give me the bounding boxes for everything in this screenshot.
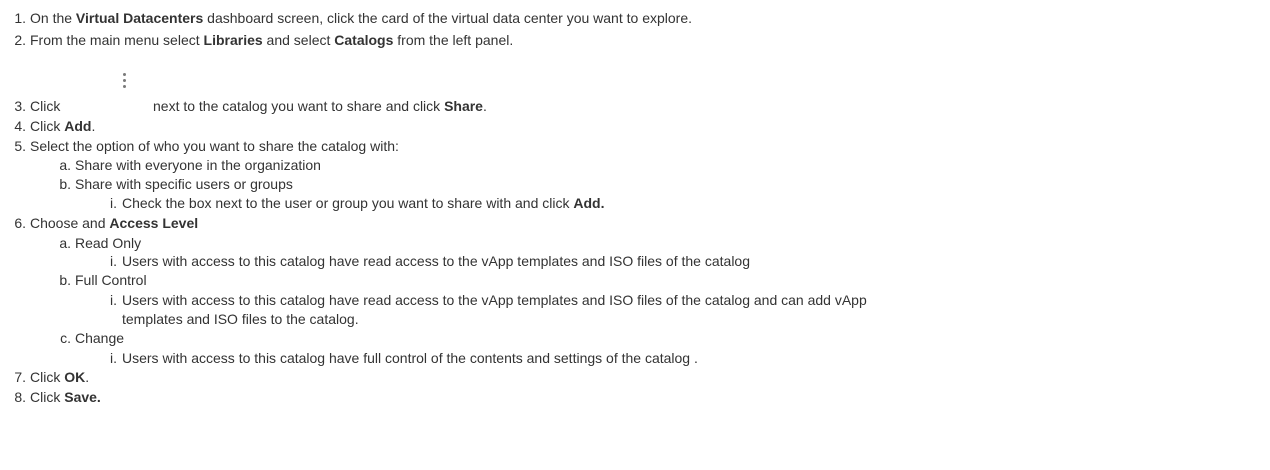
bold-term: Catalogs: [334, 32, 394, 48]
more-vertical-icon: [122, 73, 128, 93]
bold-term: Share: [444, 98, 483, 114]
bold-term: Virtual Datacenters: [75, 10, 204, 26]
step-number: b.: [59, 176, 71, 192]
step-number: i.: [110, 292, 117, 308]
step-number: i.: [110, 195, 117, 211]
bold-term: OK: [64, 369, 86, 385]
step-number: b.: [59, 272, 71, 288]
step-number: 7.: [14, 369, 26, 385]
step-number: 3.: [14, 98, 26, 114]
bold-term: Libraries: [203, 32, 263, 48]
bold-term: Access Level: [109, 215, 199, 231]
step-number: 6.: [14, 215, 26, 231]
step-number: 1.: [14, 10, 26, 26]
step-number: a.: [59, 235, 71, 251]
step-number: i.: [110, 253, 117, 269]
bold-term: Add.: [573, 195, 605, 211]
bold-term: Add: [64, 118, 92, 134]
step-number: 4.: [14, 118, 26, 134]
step-number: 8.: [14, 389, 26, 405]
step-number: a.: [59, 157, 71, 173]
step-number: i.: [110, 350, 117, 366]
step-number: c.: [60, 330, 71, 346]
step-number: 2.: [14, 32, 26, 48]
step-number: 5.: [14, 138, 26, 154]
bold-term: Save.: [64, 389, 101, 405]
